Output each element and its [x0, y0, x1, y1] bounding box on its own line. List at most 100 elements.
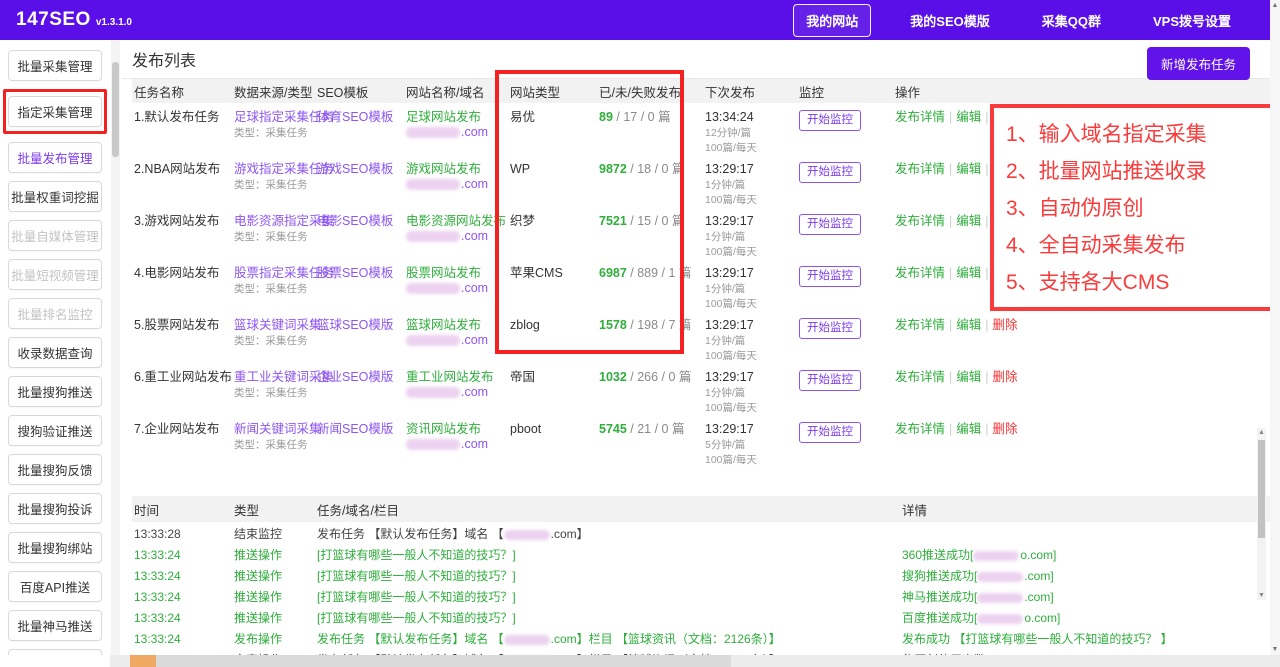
template-link[interactable]: 篮球SEO模版 [317, 318, 400, 333]
log-col-header-2: 任务/域名/栏目 [315, 496, 900, 522]
log-scroll-up-icon[interactable]: ▲ [1257, 429, 1266, 436]
publish-detail-link[interactable]: 发布详情 [895, 422, 945, 436]
template-link[interactable]: 体育SEO模板 [317, 110, 400, 125]
log-type: 发布操作 [232, 627, 315, 648]
sidebar-item-15[interactable]: 批量360推送 [8, 649, 102, 655]
page-vertical-scrollbar[interactable]: ▲ ▼ [1270, 0, 1280, 655]
sidebar-item-11[interactable]: 批量搜狗投诉 [8, 493, 102, 524]
source-type-label: 类型：采集任务 [234, 127, 311, 140]
sidebar-item-7[interactable]: 收录数据查询 [8, 337, 102, 368]
edit-link[interactable]: 编辑 [956, 318, 981, 332]
main-content: 发布列表 新增发布任务 任务名称数据来源/类型SEO模板网站名称/域名网站类型已… [122, 40, 1270, 655]
source-link[interactable]: 电影资源指定采集 [234, 214, 311, 229]
site-name: 股票网站发布 [406, 266, 504, 281]
sidebar-scrollbar[interactable]: ▼ [111, 40, 120, 667]
new-publish-task-button[interactable]: 新增发布任务 [1147, 47, 1250, 80]
sidebar-item-12[interactable]: 批量搜狗绑站 [8, 532, 102, 563]
start-monitor-button[interactable]: 开始监控 [799, 422, 861, 443]
edit-link[interactable]: 编辑 [956, 214, 981, 228]
source-link[interactable]: 股票指定采集任务 [234, 266, 311, 281]
site-cell: 重工业网站发布.com [404, 363, 508, 415]
sidebar-item-13[interactable]: 百度API推送 [8, 571, 102, 602]
page-scroll-up-icon[interactable]: ▲ [1270, 2, 1280, 9]
start-monitor-button[interactable]: 开始监控 [799, 266, 861, 287]
edit-link[interactable]: 编辑 [956, 162, 981, 176]
start-monitor-button[interactable]: 开始监控 [799, 162, 861, 183]
sidebar-scrollbar-thumb[interactable] [112, 62, 119, 157]
source-link[interactable]: 重工业关键词采集 [234, 370, 311, 385]
delete-link[interactable]: 删除 [993, 422, 1018, 436]
blurred-domain [406, 179, 460, 190]
log-time: 13:33:24 [132, 543, 232, 564]
header-tab-1[interactable]: 我的SEO模版 [897, 4, 1002, 37]
domain-suffix: .com [461, 385, 488, 399]
start-monitor-button[interactable]: 开始监控 [799, 370, 861, 391]
published-count: 5745 [599, 422, 627, 436]
edit-link[interactable]: 编辑 [956, 370, 981, 384]
template-link[interactable]: 新闻SEO模版 [317, 422, 400, 437]
publish-detail-link[interactable]: 发布详情 [895, 318, 945, 332]
site-name: 资讯网站发布 [406, 422, 504, 437]
publish-detail-link[interactable]: 发布详情 [895, 162, 945, 176]
publish-detail-link[interactable]: 发布详情 [895, 214, 945, 228]
domain-suffix: .com [461, 229, 488, 243]
publish-col-header-0: 任务名称 [132, 79, 232, 103]
template-link[interactable]: 企业SEO模版 [317, 370, 400, 385]
source-link[interactable]: 篮球关键词采集 [234, 318, 311, 333]
template-link[interactable]: 股票SEO模板 [317, 266, 400, 281]
publish-detail-link[interactable]: 发布详情 [895, 110, 945, 124]
sidebar-item-3[interactable]: 批量权重词挖掘 [8, 181, 102, 212]
log-time: 13:33:24 [132, 585, 232, 606]
source-type-label: 类型：采集任务 [234, 231, 311, 244]
page-horizontal-scrollbar[interactable] [110, 655, 1280, 667]
sidebar-item-9[interactable]: 搜狗验证推送 [8, 415, 102, 446]
data-source-cell: 篮球关键词采集类型：采集任务 [232, 311, 315, 363]
header-tabs: 我的网站我的SEO模版采集QQ群 VPS拨号设置 [793, 4, 1244, 37]
template-link[interactable]: 游戏SEO模板 [317, 162, 400, 177]
edit-link[interactable]: 编辑 [956, 110, 981, 124]
data-source-cell: 重工业关键词采集类型：采集任务 [232, 363, 315, 415]
start-monitor-button[interactable]: 开始监控 [799, 110, 861, 131]
log-scrollbar[interactable]: ▲ ▼ [1257, 428, 1266, 600]
delete-link[interactable]: 删除 [993, 370, 1018, 384]
next-publish-time: 13:29:17 [705, 266, 793, 281]
log-row: 13:33:28结束监控发布任务 【默认发布任务】域名 【.com】 [132, 522, 1270, 543]
header-tab-0[interactable]: 我的网站 [793, 4, 871, 37]
sidebar-item-10[interactable]: 批量搜狗反馈 [8, 454, 102, 485]
data-source-cell: 电影资源指定采集类型：采集任务 [232, 207, 315, 259]
publish-detail-link[interactable]: 发布详情 [895, 266, 945, 280]
site-domain: .com [406, 385, 504, 400]
sidebar-item-14[interactable]: 批量神马推送 [8, 610, 102, 641]
cms-type: zblog [508, 311, 597, 363]
page-scroll-down-icon[interactable]: ▼ [1270, 646, 1280, 653]
seo-template-cell: 体育SEO模板 [315, 103, 404, 155]
site-name: 足球网站发布 [406, 110, 504, 125]
edit-link[interactable]: 编辑 [956, 266, 981, 280]
log-scrollbar-thumb[interactable] [1258, 440, 1265, 538]
publish-detail-link[interactable]: 发布详情 [895, 370, 945, 384]
publish-rate: 1分钟/篇 [705, 179, 793, 192]
remaining-failed-count: / 18 / 0 篇 [627, 162, 685, 176]
sidebar-item-0[interactable]: 批量采集管理 [8, 50, 102, 81]
start-monitor-button[interactable]: 开始监控 [799, 214, 861, 235]
site-name: 电影资源网站发布 [406, 214, 504, 229]
sidebar-item-1[interactable]: 指定采集管理 [8, 96, 102, 127]
delete-link[interactable]: 删除 [993, 318, 1018, 332]
source-link[interactable]: 足球指定采集任务 [234, 110, 311, 125]
task-name: 6.重工业网站发布 [132, 363, 232, 415]
source-link[interactable]: 游戏指定采集任务 [234, 162, 311, 177]
data-source-cell: 股票指定采集任务类型：采集任务 [232, 259, 315, 311]
template-link[interactable]: 电影SEO模板 [317, 214, 400, 229]
sidebar-item-2[interactable]: 批量发布管理 [8, 142, 102, 173]
horizontal-scrollbar-thumb[interactable] [156, 655, 731, 667]
header-tab-3[interactable]: VPS拨号设置 [1140, 4, 1244, 37]
published-count: 89 [599, 110, 613, 124]
blurred-domain [406, 231, 460, 242]
sidebar-item-8[interactable]: 批量搜狗推送 [8, 376, 102, 407]
header-tab-2[interactable]: 采集QQ群 [1029, 4, 1114, 37]
log-table-body: 13:33:28结束监控发布任务 【默认发布任务】域名 【.com】13:33:… [132, 522, 1270, 667]
edit-link[interactable]: 编辑 [956, 422, 981, 436]
start-monitor-button[interactable]: 开始监控 [799, 318, 861, 339]
source-link[interactable]: 新闻关键词采集 [234, 422, 311, 437]
log-scroll-down-icon[interactable]: ▼ [1257, 592, 1266, 599]
